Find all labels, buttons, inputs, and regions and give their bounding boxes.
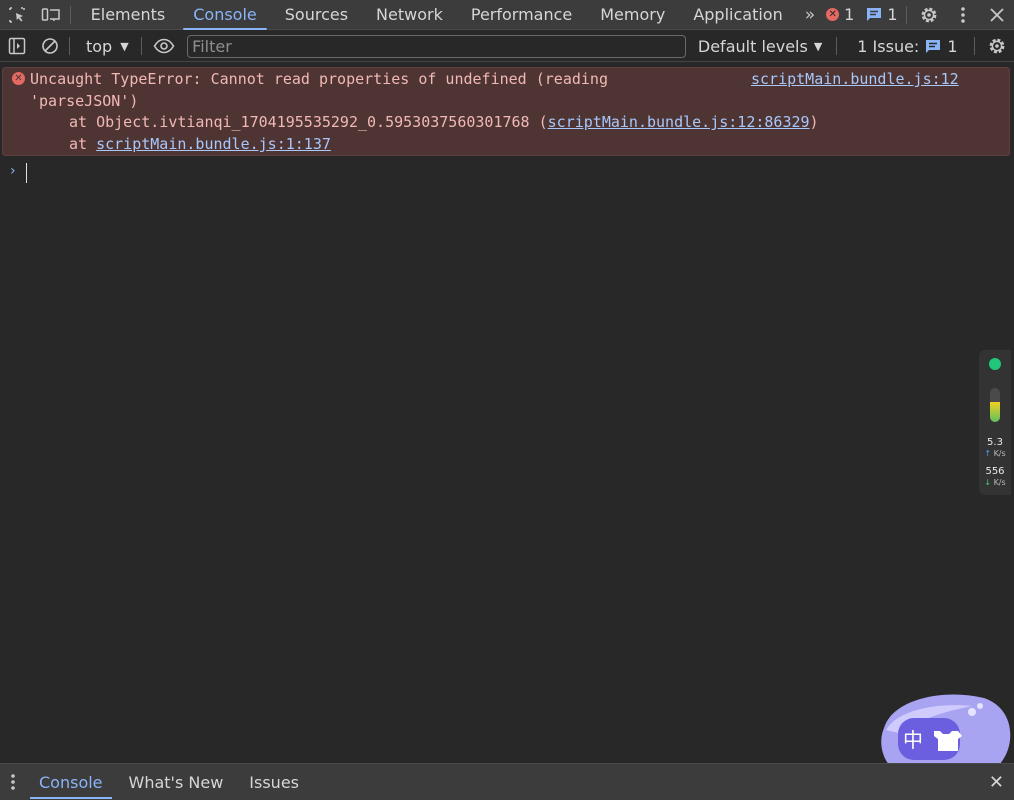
console-input-caret[interactable] bbox=[26, 163, 27, 183]
drawer-tab-bar: Console What's New Issues ✕ bbox=[0, 763, 1014, 800]
tab-elements[interactable]: Elements bbox=[77, 0, 180, 30]
tshirt-icon bbox=[934, 731, 962, 751]
levels-chevron-down-icon: ▼ bbox=[813, 39, 823, 53]
tab-bar-divider bbox=[69, 5, 71, 24]
upload-arrow-icon: ↑ bbox=[984, 449, 992, 458]
tab-network[interactable]: Network bbox=[362, 0, 457, 30]
upload-unit-label: K/s bbox=[993, 449, 1006, 458]
download-speed-unit: ↓ K/s bbox=[979, 478, 1011, 487]
drawer-tab-issues[interactable]: Issues bbox=[236, 764, 312, 800]
stack-frame-1-link[interactable]: scriptMain.bundle.js:12:86329 bbox=[548, 113, 810, 131]
usage-meter-fill bbox=[990, 401, 1000, 422]
download-speed-value: 556 bbox=[985, 466, 1005, 477]
issues-label: 1 Issue: bbox=[857, 36, 920, 56]
error-icon: ✕ bbox=[826, 8, 840, 21]
tab-bar-divider-2 bbox=[905, 5, 907, 24]
tab-performance[interactable]: Performance bbox=[457, 0, 586, 30]
console-toolbar: top ▼ Default levels ▼ 1 Issue: 1 bbox=[0, 31, 1014, 62]
kebab-menu-icon[interactable] bbox=[946, 0, 980, 30]
download-arrow-icon: ↓ bbox=[984, 478, 992, 487]
devtools-window: Elements Console Sources Network Perform… bbox=[0, 0, 1014, 800]
toolbar-divider-4 bbox=[973, 37, 975, 55]
tab-memory[interactable]: Memory bbox=[586, 0, 679, 30]
toolbar-divider bbox=[69, 37, 70, 55]
drawer-tab-whats-new[interactable]: What's New bbox=[116, 764, 237, 800]
message-icon bbox=[867, 8, 882, 21]
issues-button[interactable]: 1 Issue: 1 bbox=[843, 37, 971, 56]
error-count: 1 bbox=[844, 5, 855, 24]
chevron-down-icon: ▼ bbox=[120, 39, 129, 53]
inspect-element-icon[interactable] bbox=[0, 0, 34, 30]
status-dot bbox=[989, 358, 1001, 370]
drawer-close-icon[interactable]: ✕ bbox=[989, 772, 1004, 793]
settings-gear-icon[interactable] bbox=[913, 0, 947, 30]
error-text-line2: 'parseJSON') bbox=[30, 92, 139, 110]
tab-application[interactable]: Application bbox=[679, 0, 796, 30]
drawer-tab-console[interactable]: Console bbox=[26, 764, 116, 800]
stack-frame-1: at Object.ivtianqi_1704195535292_0.59530… bbox=[69, 112, 819, 134]
ime-mode-label: 中 bbox=[903, 728, 923, 752]
stack-frame-2-link[interactable]: scriptMain.bundle.js:1:137 bbox=[96, 135, 331, 153]
stack-frame-2-text: at bbox=[69, 135, 97, 153]
issue-message-icon bbox=[926, 39, 941, 53]
filter-input[interactable] bbox=[187, 34, 686, 58]
live-expression-eye-icon[interactable] bbox=[148, 31, 182, 61]
upload-speed-unit: ↑ K/s bbox=[979, 449, 1011, 458]
close-icon[interactable] bbox=[980, 0, 1014, 30]
error-text-line1: Uncaught TypeError: Cannot read properti… bbox=[30, 70, 608, 88]
usage-meter bbox=[990, 388, 1000, 422]
download-unit-label: K/s bbox=[993, 478, 1006, 487]
context-label: top bbox=[85, 36, 113, 56]
stack-frame-1-suffix: ) bbox=[809, 113, 819, 131]
error-source-link[interactable]: scriptMain.bundle.js:12 bbox=[751, 69, 959, 91]
more-tabs-icon[interactable]: » bbox=[797, 5, 820, 25]
stack-frame-2: at scriptMain.bundle.js:1:137 bbox=[69, 134, 331, 156]
tab-sources[interactable]: Sources bbox=[271, 0, 362, 30]
upload-speed-value: 5.3 bbox=[987, 437, 1003, 448]
stack-frame-1-text: at Object.ivtianqi_1704195535292_0.59530… bbox=[69, 113, 548, 131]
error-icon: ✕ bbox=[12, 72, 25, 85]
log-levels-label: Default levels bbox=[697, 36, 808, 56]
toolbar-divider-3 bbox=[836, 37, 838, 55]
issues-count: 1 bbox=[947, 36, 958, 56]
context-selector[interactable]: top ▼ bbox=[76, 37, 139, 56]
drawer-menu-icon[interactable] bbox=[0, 767, 26, 797]
log-levels-dropdown[interactable]: Default levels ▼ bbox=[686, 37, 834, 56]
message-counter[interactable]: 1 bbox=[860, 5, 903, 24]
device-toolbar-icon[interactable] bbox=[34, 0, 68, 30]
console-error-message: ✕ Uncaught TypeError: Cannot read proper… bbox=[2, 67, 1010, 156]
error-counter[interactable]: ✕ 1 bbox=[820, 5, 860, 24]
devtools-tab-bar: Elements Console Sources Network Perform… bbox=[0, 0, 1014, 30]
network-speed-widget[interactable]: 5.3 ↑ K/s 556 ↓ K/s bbox=[979, 350, 1011, 495]
toolbar-divider-2 bbox=[140, 37, 142, 55]
console-settings-gear-icon[interactable] bbox=[980, 31, 1014, 61]
tab-console[interactable]: Console bbox=[179, 0, 271, 30]
sidebar-toggle-icon[interactable] bbox=[0, 31, 34, 61]
console-prompt-chevron-icon: › bbox=[10, 163, 16, 179]
message-count: 1 bbox=[887, 5, 898, 24]
clear-console-icon[interactable] bbox=[34, 31, 68, 61]
